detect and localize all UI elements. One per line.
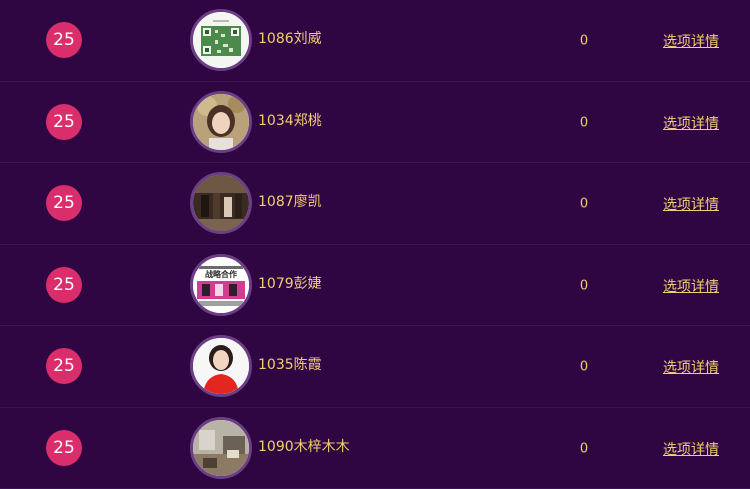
interior-room-image bbox=[193, 419, 249, 476]
list-item: 25 1086刘威 0 选项详情 bbox=[0, 0, 750, 82]
option-details-link[interactable]: 选项详情 bbox=[663, 194, 719, 214]
option-details-link[interactable]: 选项详情 bbox=[663, 113, 719, 133]
candidate-name: 1086刘威 bbox=[258, 31, 322, 48]
avatar[interactable] bbox=[190, 9, 252, 72]
rank-badge: 25 bbox=[46, 103, 82, 140]
vote-count: 0 bbox=[579, 33, 589, 49]
candidate-name: 1090木梓木木 bbox=[258, 438, 350, 455]
event-banner-image: 战略合作 bbox=[193, 256, 249, 313]
option-details-link[interactable]: 选项详情 bbox=[663, 439, 719, 459]
vote-count: 0 bbox=[579, 115, 589, 130]
list-item: 25 1034郑桃 0 选项详情 bbox=[0, 82, 750, 163]
rank-badge: 25 bbox=[46, 266, 82, 303]
option-details-link[interactable]: 选项详情 bbox=[663, 276, 719, 296]
candidate-name: 1034郑桃 bbox=[258, 112, 322, 129]
list-item: 25 战略合作 1079彭婕 0 选项详情 bbox=[0, 245, 750, 326]
avatar[interactable] bbox=[190, 416, 252, 479]
rank-badge: 25 bbox=[46, 185, 82, 222]
rank-badge: 25 bbox=[46, 429, 82, 466]
vote-count: 0 bbox=[579, 196, 589, 212]
avatar[interactable] bbox=[190, 90, 252, 153]
avatar[interactable] bbox=[190, 172, 252, 235]
candidate-name: 1035陈霞 bbox=[258, 357, 322, 374]
indoor-group-image bbox=[193, 175, 249, 232]
vote-count: 0 bbox=[579, 359, 589, 375]
qr-code-image bbox=[193, 12, 249, 69]
option-details-link[interactable]: 选项详情 bbox=[663, 357, 719, 377]
option-details-link[interactable]: 选项详情 bbox=[663, 31, 719, 51]
avatar[interactable] bbox=[190, 335, 252, 398]
avatar[interactable]: 战略合作 bbox=[190, 253, 252, 316]
rank-badge: 25 bbox=[46, 348, 82, 385]
vote-count: 0 bbox=[579, 278, 589, 293]
woman-portrait-image bbox=[193, 93, 249, 150]
woman-red-dress-image bbox=[193, 338, 249, 395]
candidate-name: 1079彭婕 bbox=[258, 275, 322, 292]
banner-text: 战略合作 bbox=[205, 269, 237, 279]
list-item: 25 1087廖凯 0 选项详情 bbox=[0, 163, 750, 245]
rank-badge: 25 bbox=[46, 22, 82, 59]
candidate-list: 25 1086刘威 0 选项详情 25 1034郑桃 0 选项详情 25 108… bbox=[0, 0, 750, 489]
candidate-name: 1087廖凯 bbox=[258, 194, 322, 211]
vote-count: 0 bbox=[579, 441, 589, 456]
list-item: 25 1090木梓木木 0 选项详情 bbox=[0, 408, 750, 489]
list-item: 25 1035陈霞 0 选项详情 bbox=[0, 326, 750, 408]
